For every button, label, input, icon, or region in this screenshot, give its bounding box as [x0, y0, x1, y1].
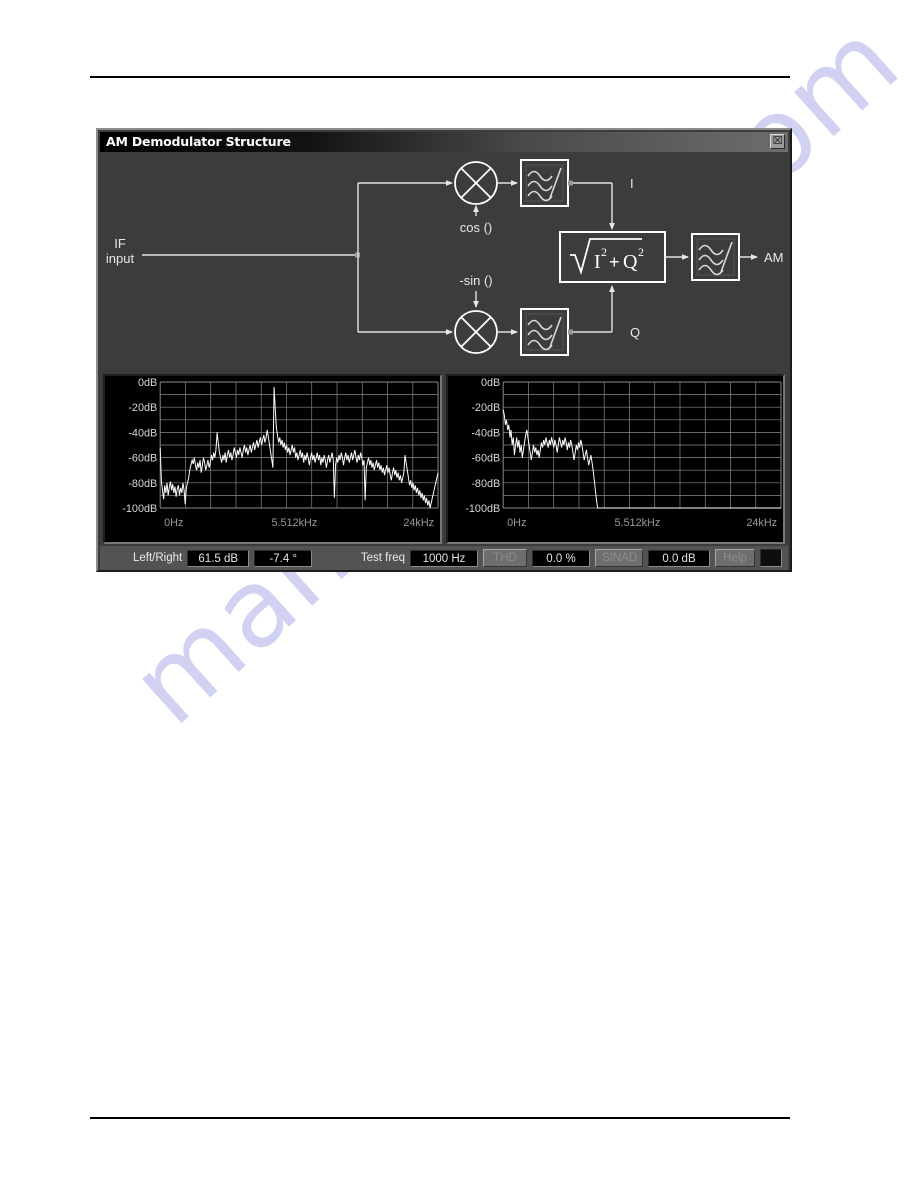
- diagram-canvas: IF input cos () -sin () I Q I 2 + Q 2 AM: [106, 159, 784, 356]
- spectrum-trace: [159, 386, 439, 509]
- i-branch-label: I: [630, 176, 634, 191]
- x-tick-label: 0Hz: [507, 517, 526, 529]
- x-tick-label: 24kHz: [746, 517, 777, 529]
- y-tick-label: 0dB: [481, 377, 500, 389]
- spectrum-trace: [502, 409, 782, 509]
- magnitude-block: I 2 + Q 2: [559, 231, 666, 283]
- thd-value-field[interactable]: 0.0 %: [532, 549, 590, 567]
- if-input-plot-canvas: 0dB -20dB -40dB -60dB -80dB -100dB 0Hz 5.512kH…: [122, 377, 439, 529]
- spectrum-plot-if-input[interactable]: 0dB -20dB -40dB -60dB -80dB -100dB 0Hz 5.512kH…: [103, 374, 442, 544]
- sinad-value-field[interactable]: 0.0 dB: [648, 549, 710, 567]
- spectrum-plots: 0dB -20dB -40dB -60dB -80dB -100dB 0Hz 5.512kH…: [100, 374, 788, 544]
- lowpass-i: [520, 159, 569, 207]
- sinad-button[interactable]: SINAD: [595, 549, 643, 567]
- plot-y-axis-labels: 0dB -20dB -40dB -60dB -80dB -100dB: [122, 377, 157, 515]
- left-right-value-field[interactable]: 61.5 dB: [187, 549, 250, 567]
- window-title: AM Demodulator Structure: [106, 134, 291, 149]
- x-tick-label: 24kHz: [403, 517, 434, 529]
- y-tick-label: -60dB: [128, 453, 157, 465]
- y-tick-label: 0dB: [138, 377, 157, 389]
- am-output-plot-canvas: 0dB -20dB -40dB -60dB -80dB -100dB 0Hz 5.512kH…: [465, 377, 782, 529]
- x-tick-label: 0Hz: [164, 517, 183, 529]
- y-tick-label: -80dB: [128, 478, 157, 490]
- mixer-q: [454, 310, 498, 354]
- test-freq-label: Test freq: [360, 552, 405, 564]
- y-tick-label: -40dB: [128, 427, 157, 439]
- output-filter: [691, 233, 740, 281]
- y-tick-label: -20dB: [128, 402, 157, 414]
- q-branch-label: Q: [630, 325, 640, 340]
- y-tick-label: -60dB: [471, 453, 500, 465]
- y-tick-label: -100dB: [465, 503, 500, 515]
- formula-Q-exp: 2: [638, 245, 644, 259]
- thd-button[interactable]: THD: [483, 549, 527, 567]
- am-output-label: AM: [764, 250, 784, 265]
- formula-I-exp: 2: [601, 245, 607, 259]
- am-demodulator-window: AM Demodulator Structure ☒ IF input cos …: [96, 128, 792, 572]
- test-freq-value-field[interactable]: 1000 Hz: [410, 549, 478, 567]
- y-tick-label: -20dB: [471, 402, 500, 414]
- help-button[interactable]: Help: [715, 549, 755, 567]
- plot-x-axis-labels: 0Hz 5.512kHz 24kHz: [164, 517, 434, 529]
- plot-y-axis-labels: 0dB -20dB -40dB -60dB -80dB -100dB: [465, 377, 500, 515]
- negative-sin-label: -sin (): [459, 273, 492, 288]
- y-tick-label: -100dB: [122, 503, 157, 515]
- block-diagram: IF input cos () -sin () I Q I 2 + Q 2 AM: [100, 152, 788, 374]
- cos-label: cos (): [460, 220, 493, 235]
- plot-x-axis-labels: 0Hz 5.512kHz 24kHz: [507, 517, 777, 529]
- lowpass-q: [520, 308, 569, 356]
- phase-value-field[interactable]: -7.4 °: [254, 549, 313, 567]
- page-rule-top: [90, 76, 790, 78]
- formula-plus: +: [609, 252, 620, 272]
- x-tick-label: 5.512kHz: [615, 517, 661, 529]
- mixer-i: [454, 161, 498, 205]
- formula-I: I: [594, 251, 601, 273]
- status-bar: Left/Right 61.5 dB -7.4 ° Test freq 1000…: [100, 546, 788, 570]
- left-right-label: Left/Right: [133, 552, 183, 564]
- status-bar-end-block: [760, 549, 782, 567]
- page-rule-bottom: [90, 1117, 790, 1119]
- x-tick-label: 5.512kHz: [272, 517, 318, 529]
- y-tick-label: -80dB: [471, 478, 500, 490]
- if-input-label-line2: input: [106, 251, 135, 266]
- plot-grid: [159, 381, 439, 509]
- signal-wires: [142, 180, 453, 335]
- if-input-label-line1: IF: [114, 236, 126, 251]
- y-tick-label: -40dB: [471, 427, 500, 439]
- spectrum-plot-am-output[interactable]: 0dB -20dB -40dB -60dB -80dB -100dB 0Hz 5.512kH…: [446, 374, 785, 544]
- close-icon[interactable]: ☒: [770, 134, 785, 149]
- formula-Q: Q: [623, 251, 638, 273]
- window-title-bar[interactable]: AM Demodulator Structure ☒: [100, 132, 788, 152]
